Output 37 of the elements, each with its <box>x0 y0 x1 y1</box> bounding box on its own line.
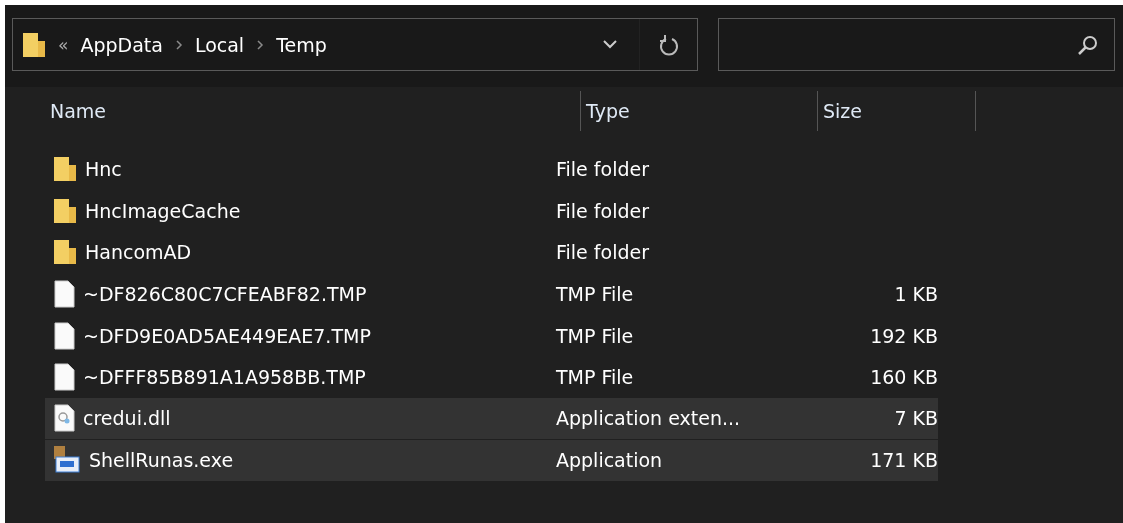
breadcrumb[interactable]: Local <box>194 33 245 56</box>
overflow-chevron[interactable]: « <box>58 34 69 55</box>
file-row[interactable]: ~DFD9E0AD5AE449EAE7.TMP TMP File 192 KB <box>45 314 938 357</box>
file-row[interactable]: HancomAD File folder <box>45 231 938 274</box>
file-name: Hnc <box>85 157 122 180</box>
file-row[interactable]: credui.dll Application exten... 7 KB <box>45 398 938 440</box>
file-type: File folder <box>555 199 650 222</box>
file-type: File folder <box>555 157 650 180</box>
file-row[interactable]: ~DFFF85B891A1A958BB.TMP TMP File 160 KB <box>45 356 938 399</box>
file-size: 171 KB <box>869 449 938 472</box>
column-header[interactable]: Name <box>45 91 581 131</box>
file-type: TMP File <box>555 366 635 389</box>
file-row[interactable]: HncImageCache File folder <box>45 189 938 232</box>
column-header[interactable]: Type <box>581 91 818 131</box>
file-row[interactable]: ShellRunas.exe Application 171 KB <box>45 439 938 482</box>
file-name: ShellRunas.exe <box>89 449 234 472</box>
breadcrumb[interactable]: AppData <box>80 33 163 56</box>
column-header[interactable]: Size <box>818 91 976 131</box>
file-name: HancomAD <box>85 241 192 264</box>
file-type: Application <box>555 449 664 472</box>
file-type: File folder <box>555 241 650 264</box>
file-type: Application exten... <box>555 407 742 430</box>
file-type: TMP File <box>555 324 635 347</box>
breadcrumb[interactable]: Temp <box>276 33 327 56</box>
file-size: 7 KB <box>893 407 938 430</box>
file-size: 160 KB <box>869 366 938 389</box>
file-size: 192 KB <box>869 324 938 347</box>
file-name: HncImageCache <box>85 199 241 222</box>
file-size: 1 KB <box>893 282 938 305</box>
file-name: ~DFD9E0AD5AE449EAE7.TMP <box>83 324 371 347</box>
file-name: ~DF826C80C7CFEABF82.TMP <box>83 282 367 305</box>
file-row[interactable]: Hnc File folder <box>45 148 938 190</box>
file-type: TMP File <box>555 282 635 305</box>
address-bar[interactable]: « AppData Local Temp <box>12 18 698 71</box>
file-row[interactable]: ~DF826C80C7CFEABF82.TMP TMP File 1 KB <box>45 273 938 315</box>
file-name: credui.dll <box>83 407 171 430</box>
file-name: ~DFFF85B891A1A958BB.TMP <box>83 366 366 389</box>
